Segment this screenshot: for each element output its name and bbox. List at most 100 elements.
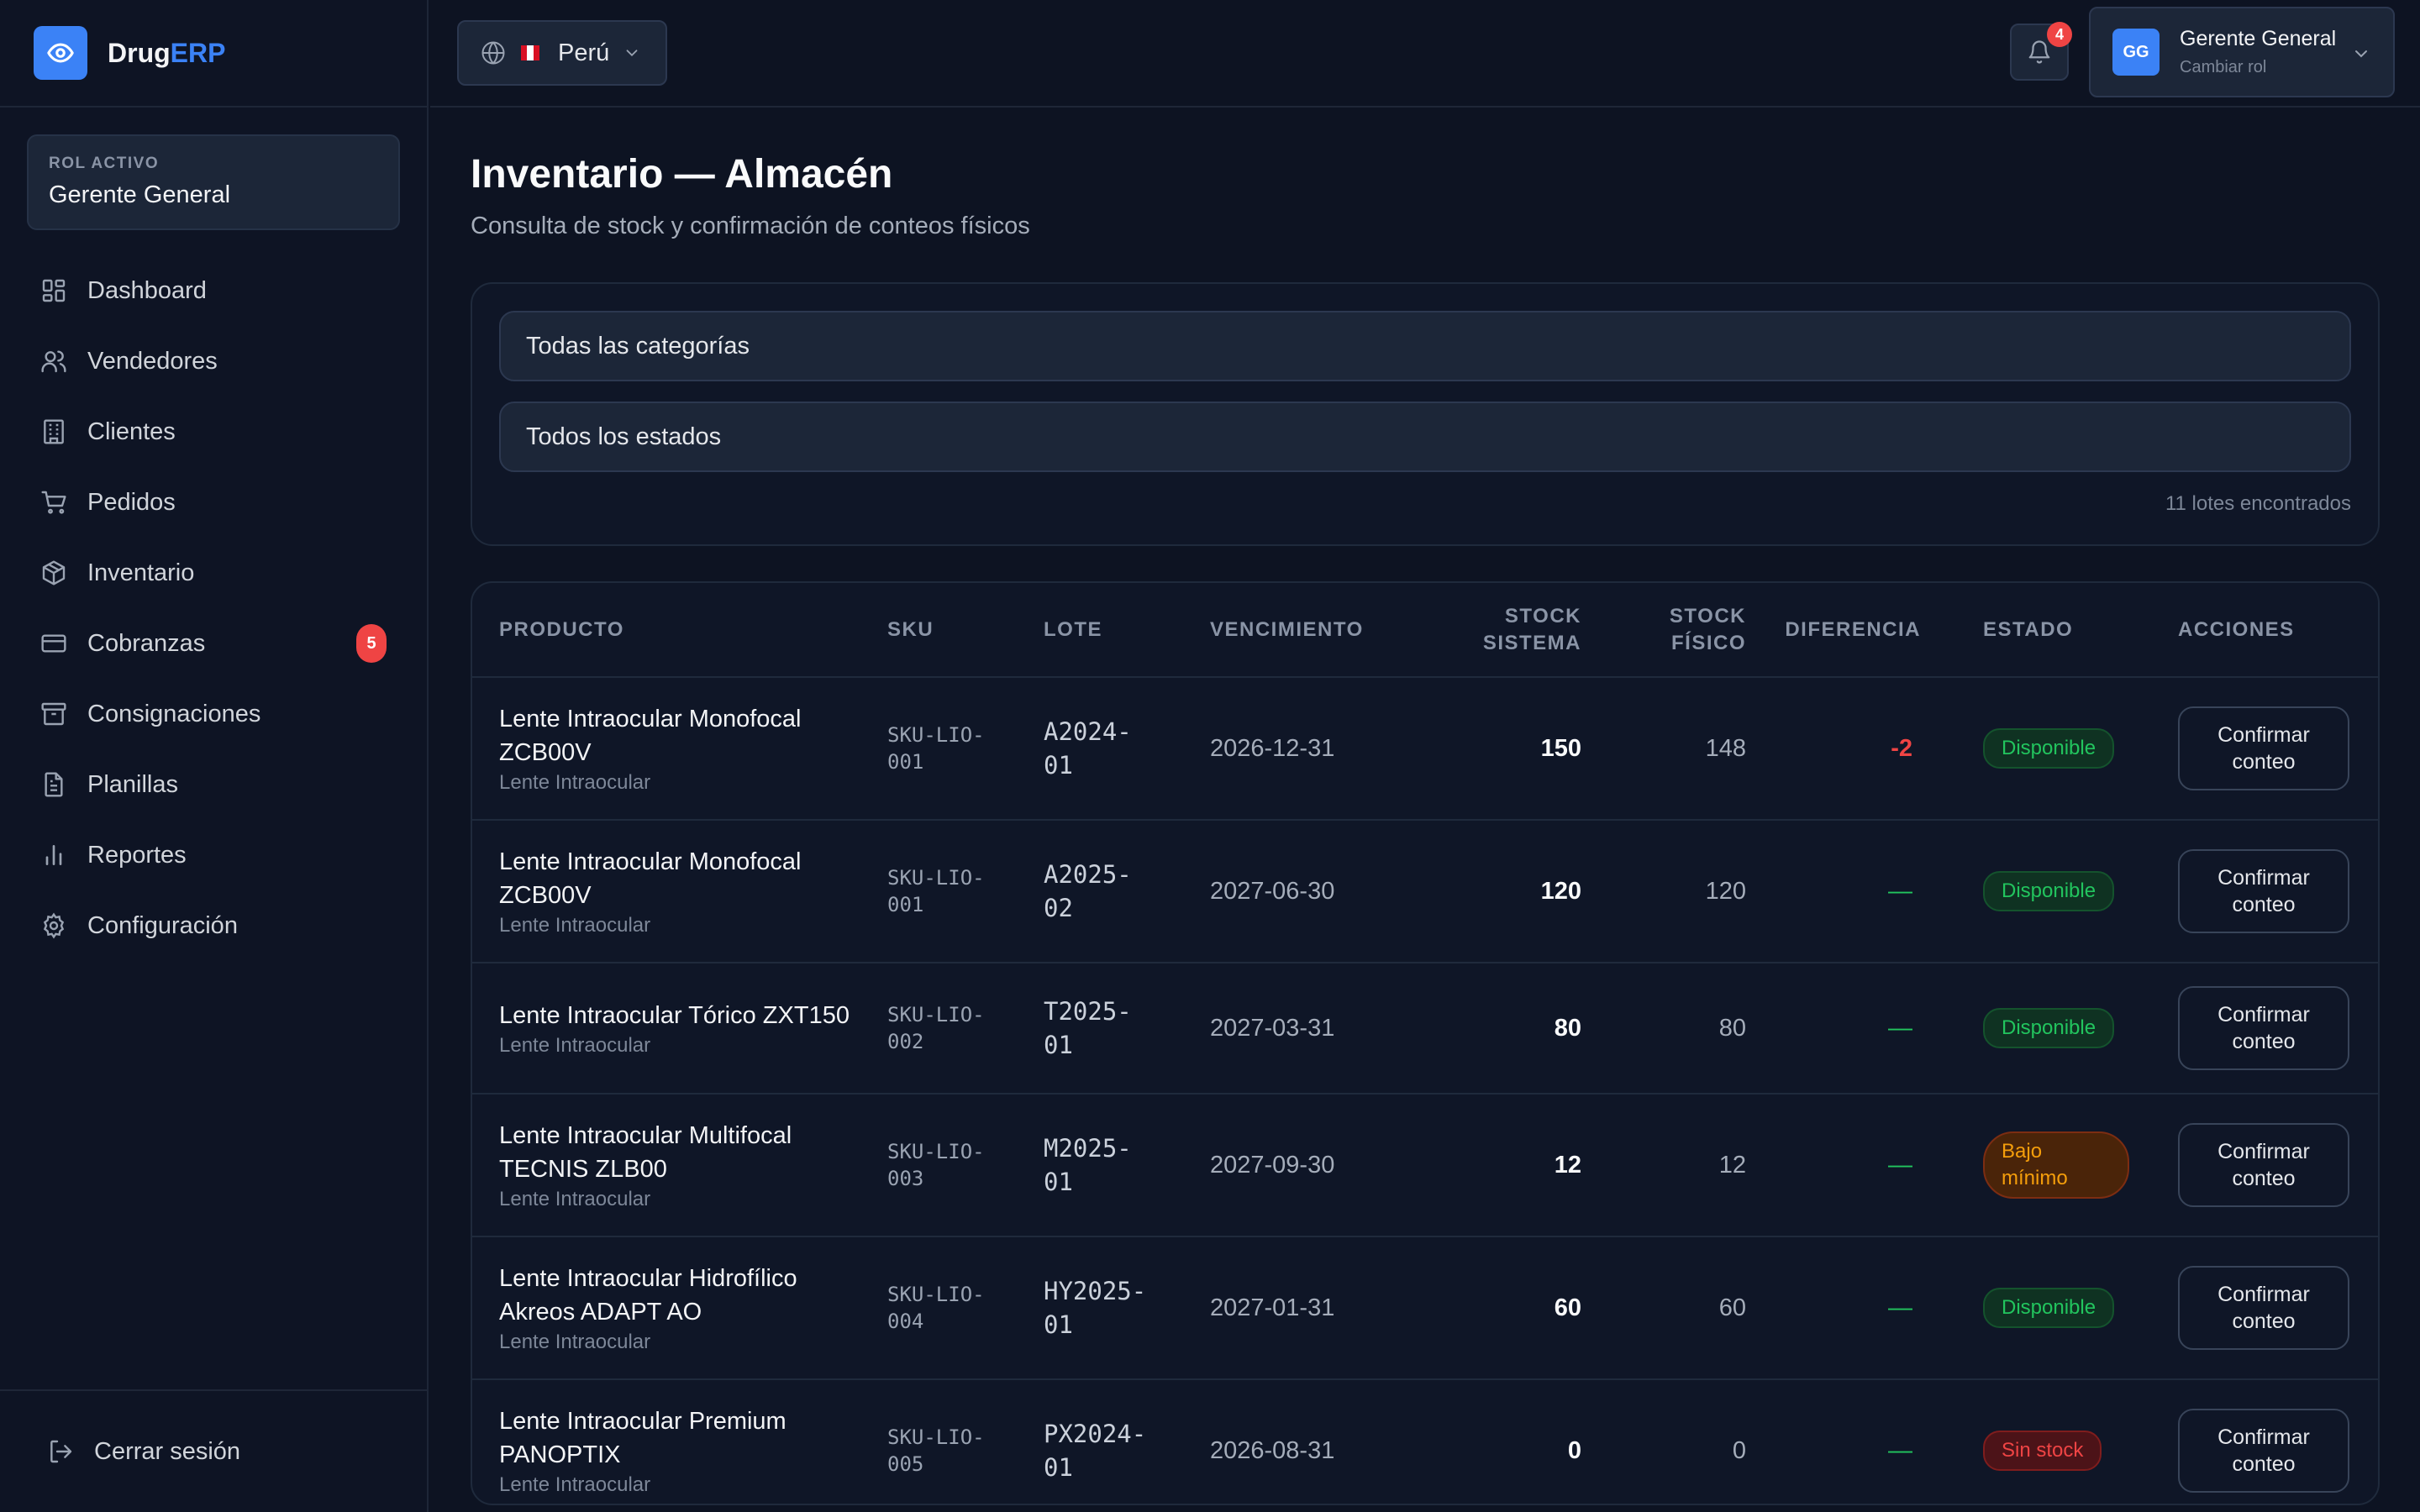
cell-stock-fisico: 12 [1581, 1094, 1746, 1237]
chevron-down-icon [626, 50, 638, 57]
role-value: Gerente General [49, 181, 231, 208]
status-badge: Disponible [1983, 1008, 2115, 1048]
cell-stock-fisico: 80 [1581, 963, 1746, 1095]
confirm-count-button[interactable]: Confirmar conteo [2178, 1266, 2349, 1350]
cell-estado: Disponible [1929, 1236, 2128, 1380]
lote-part: HY2025- [1044, 1277, 1147, 1305]
cobranzas-count-badge: 5 [356, 624, 387, 663]
notifications-button[interactable]: 4 [2010, 22, 2072, 81]
sku-part: 003 [887, 1167, 924, 1190]
role-label: ROL ACTIVO [49, 155, 160, 172]
col-sku[interactable]: SKU [887, 583, 1044, 678]
sidebar-item-inventario[interactable]: Inventario [0, 538, 427, 608]
product-name: Lente Intraocular Monofocal ZCB00V [499, 848, 802, 909]
inventory-table-card: PRODUCTO SKU LOTE VENCIMIENTO STOCK SISTE… [471, 581, 2380, 1505]
cell-diferencia: — [1746, 1236, 1929, 1380]
cell-sku: SKU-LIO- 001 [887, 820, 1044, 963]
col-vencimiento[interactable]: VENCIMIENTO [1210, 583, 1410, 678]
cell-lote: M2025- 01 [1044, 1094, 1210, 1237]
lote-part: A2024- [1044, 717, 1132, 746]
active-role-card: ROL ACTIVO Gerente General [27, 134, 400, 230]
cell-producto: Lente Intraocular Premium PANOPTIX Lente … [472, 1379, 887, 1504]
sidebar-item-consignaciones[interactable]: Consignaciones [0, 679, 427, 749]
cell-diferencia: — [1746, 1379, 1929, 1504]
sidebar-item-planillas[interactable]: Planillas [0, 749, 427, 820]
cell-lote: HY2025- 01 [1044, 1236, 1210, 1380]
col-stock-sistema[interactable]: STOCK SISTEMA [1410, 583, 1581, 678]
status-select[interactable]: Todos los estados [499, 402, 2351, 472]
archive-icon [41, 702, 66, 726]
lote-part: A2025- [1044, 860, 1132, 889]
product-name: Lente Intraocular Monofocal ZCB00V [499, 706, 802, 766]
sidebar-item-configuracion[interactable]: Configuración [0, 890, 427, 961]
cell-vencimiento: 2026-08-31 [1210, 1379, 1410, 1504]
cell-sku: SKU-LIO- 005 [887, 1379, 1044, 1504]
product-name: Lente Intraocular Premium PANOPTIX [499, 1408, 786, 1468]
cart-icon [41, 491, 66, 514]
confirm-count-button[interactable]: Confirmar conteo [2178, 1409, 2349, 1493]
package-icon [42, 560, 66, 585]
cell-sku: SKU-LIO- 004 [887, 1236, 1044, 1380]
confirm-count-button[interactable]: Confirmar conteo [2178, 849, 2349, 933]
confirm-count-button[interactable]: Confirmar conteo [2178, 1123, 2349, 1207]
col-estado[interactable]: ESTADO [1929, 583, 2128, 678]
cell-stock-sistema: 80 [1410, 963, 1581, 1095]
status-badge: Disponible [1983, 871, 2115, 911]
col-stock-fisico[interactable]: STOCK FÍSICO [1581, 583, 1746, 678]
col-producto[interactable]: PRODUCTO [472, 583, 887, 678]
cell-estado: Sin stock [1929, 1379, 2128, 1504]
lote-part: 01 [1044, 1453, 1073, 1482]
table-row: Lente Intraocular Tórico ZXT150 Lente Int… [472, 963, 2378, 1095]
cell-producto: Lente Intraocular Tórico ZXT150 Lente Int… [472, 963, 887, 1095]
cell-lote: A2025- 02 [1044, 820, 1210, 963]
col-diferencia[interactable]: DIFERENCIA [1746, 583, 1929, 678]
brand-name: DrugERP [108, 37, 226, 68]
product-category: Lente Intraocular [499, 1473, 651, 1496]
sku-part: SKU-LIO- [887, 723, 985, 747]
avatar: GG [2112, 29, 2160, 76]
sidebar-item-vendedores[interactable]: Vendedores [0, 326, 427, 396]
cell-lote: T2025- 01 [1044, 963, 1210, 1095]
sidebar-item-clientes[interactable]: Clientes [0, 396, 427, 467]
cell-stock-fisico: 148 [1581, 677, 1746, 821]
results-count: 11 lotes encontrados [2165, 492, 2351, 515]
col-lote[interactable]: LOTE [1044, 583, 1210, 678]
cell-diferencia: — [1746, 820, 1929, 963]
user-name: Gerente General [2180, 27, 2337, 50]
sku-part: SKU-LIO- [887, 1283, 985, 1306]
sidebar-item-label: Planillas [87, 770, 178, 798]
sidebar-item-label: Configuración [87, 911, 238, 939]
sku-part: SKU-LIO- [887, 1425, 985, 1449]
sidebar-item-label: Reportes [87, 841, 187, 869]
product-category: Lente Intraocular [499, 914, 651, 937]
product-category: Lente Intraocular [499, 771, 651, 794]
brand[interactable]: DrugERP [0, 0, 427, 108]
sidebar-item-pedidos[interactable]: Pedidos [0, 467, 427, 538]
cell-stock-fisico: 120 [1581, 820, 1746, 963]
country-selector[interactable]: Perú [457, 20, 667, 86]
dashboard-icon [42, 279, 66, 302]
sku-part: 001 [887, 750, 924, 774]
cell-stock-sistema: 120 [1410, 820, 1581, 963]
filters-panel: Todas las categorías Todos los estados 1… [471, 282, 2380, 546]
cell-acciones: Confirmar conteo [2128, 1094, 2378, 1237]
cell-diferencia: — [1746, 963, 1929, 1095]
change-role-label: Cambiar rol [2180, 58, 2267, 76]
page-title: Inventario — Almacén [471, 152, 893, 197]
cell-sku: SKU-LIO- 001 [887, 677, 1044, 821]
confirm-count-button[interactable]: Confirmar conteo [2178, 706, 2349, 790]
sku-part: 005 [887, 1452, 924, 1476]
category-select[interactable]: Todas las categorías [499, 311, 2351, 381]
cell-stock-fisico: 0 [1581, 1379, 1746, 1504]
confirm-count-button[interactable]: Confirmar conteo [2178, 986, 2349, 1070]
sidebar-item-dashboard[interactable]: Dashboard [0, 255, 427, 326]
user-menu[interactable]: GG Gerente General Cambiar rol [2089, 7, 2395, 97]
lote-part: M2025- [1044, 1134, 1132, 1163]
cell-sku: SKU-LIO- 002 [887, 963, 1044, 1095]
logout-button[interactable]: Cerrar sesión [0, 1389, 427, 1512]
sidebar-item-label: Consignaciones [87, 700, 261, 727]
sidebar-item-reportes[interactable]: Reportes [0, 820, 427, 890]
lote-part: 01 [1044, 1031, 1073, 1059]
sidebar-item-cobranzas[interactable]: Cobranzas 5 [0, 608, 427, 679]
page-subtitle: Consulta de stock y confirmación de cont… [471, 213, 1030, 239]
